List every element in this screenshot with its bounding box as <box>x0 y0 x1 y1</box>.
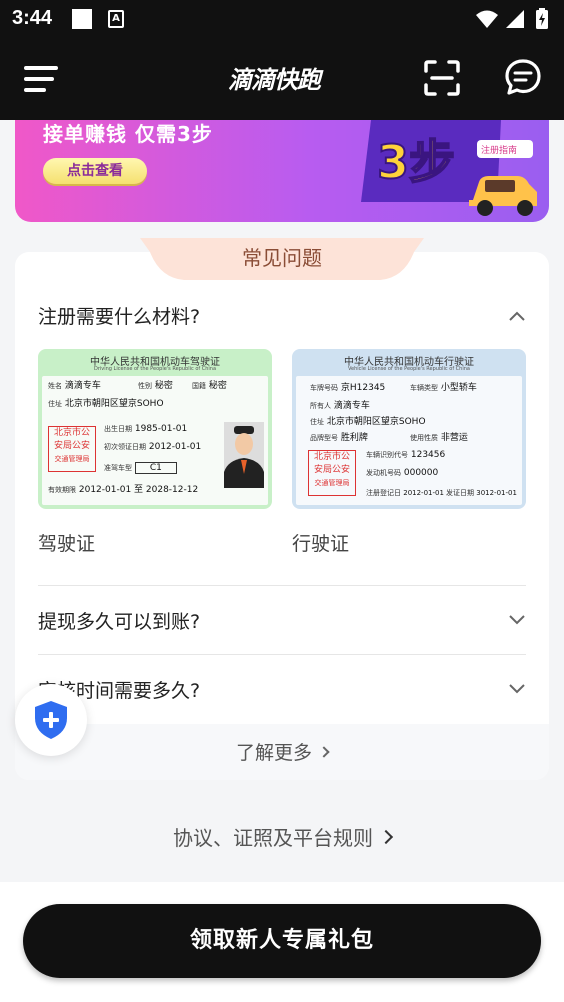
driving-license-body: 姓名 滴滴专车 性别 秘密 国籍 秘密 住址 北京市朝阳区望京SOHO 北京市公… <box>42 376 268 505</box>
chevron-right-icon <box>318 746 330 758</box>
chevron-right-icon <box>378 829 394 845</box>
claim-gift-button[interactable]: 领取新人专属礼包 <box>23 904 541 978</box>
chevron-down-icon[interactable] <box>508 614 526 626</box>
notification-a-icon: A <box>108 10 124 28</box>
vl-plate-key: 车牌号码 <box>310 384 338 392</box>
vl-model-key: 品牌型号 <box>310 434 338 442</box>
dl-class-value: C1 <box>134 462 177 474</box>
message-icon[interactable] <box>504 58 542 96</box>
chevron-down-icon[interactable] <box>508 683 526 695</box>
dl-issue-value: 2012-01-01 <box>148 442 202 452</box>
driving-license-caption: 驾驶证 <box>38 533 96 555</box>
app-logo: 滴滴快跑 <box>228 66 321 94</box>
faq-divider <box>38 654 526 655</box>
faq-question-withdrawal[interactable]: 提现多久可以到账? <box>38 607 200 634</box>
banner-title: 接单赚钱 仅需3步 <box>43 122 213 146</box>
vl-use-value: 非营运 <box>440 433 468 443</box>
safety-shield-button[interactable] <box>15 684 87 756</box>
vl-address-value: 北京市朝阳区望京SOHO <box>326 417 426 427</box>
dl-nation-key: 国籍 <box>192 382 206 390</box>
banner-steps-illustration: 3步 注册指南 <box>361 120 537 216</box>
dl-nation-value: 秘密 <box>208 381 227 391</box>
vl-use-key: 使用性质 <box>410 434 438 442</box>
vl-stamp-line3: 交通管理局 <box>314 479 350 487</box>
dl-dob-key: 出生日期 <box>104 425 132 433</box>
dl-valid-value: 2012-01-01 至 2028-12-12 <box>78 485 199 495</box>
dl-sex-value: 秘密 <box>154 381 173 391</box>
vehicle-license-body: 车牌号码 京H12345 车辆类型 小型轿车 所有人 滴滴专车 住址 北京市朝阳… <box>296 376 522 505</box>
signal-icon <box>506 10 524 28</box>
app-header: 滴滴快跑 <box>0 38 564 120</box>
menu-icon[interactable] <box>24 66 58 92</box>
dl-stamp-line1: 北京市公 <box>53 428 90 438</box>
vl-type-value: 小型轿车 <box>440 383 477 393</box>
vl-vin-value: 123456 <box>410 450 446 460</box>
vl-stamp-line2: 安局公安 <box>313 465 350 475</box>
vl-type-key: 车辆类型 <box>410 384 438 392</box>
scan-icon[interactable] <box>424 60 460 96</box>
rules-link[interactable]: 协议、证照及平台规则 <box>0 822 564 851</box>
shield-plus-icon <box>35 701 67 739</box>
rules-link-label: 协议、证照及平台规则 <box>173 826 373 850</box>
driving-license-image: 中华人民共和国机动车驾驶证 Driving License of the Peo… <box>38 349 272 509</box>
dl-address-key: 住址 <box>48 400 62 408</box>
app-screen: 3:44 A 滴滴快跑 接单赚钱 仅需3步 点击查看 3步 注册指南 常见问题 … <box>0 0 564 1002</box>
vl-stamp-line1: 北京市公 <box>313 452 350 462</box>
wifi-icon <box>476 10 498 28</box>
vl-issue-key: 发证日期 <box>446 489 474 497</box>
vehicle-license-caption: 行驶证 <box>292 533 350 555</box>
dl-issue-key: 初次领证日期 <box>104 443 146 451</box>
driver-photo-icon <box>224 422 264 488</box>
banner-art-big-text: 3步 <box>377 135 455 189</box>
faq-title: 常见问题 <box>242 246 322 270</box>
vl-engine-key: 发动机号码 <box>366 469 401 477</box>
banner-view-button[interactable]: 点击查看 <box>43 158 147 184</box>
vl-model-value: 胜利牌 <box>340 433 368 443</box>
dl-valid-key: 有效期限 <box>48 486 76 494</box>
vl-owner-key: 所有人 <box>310 402 331 410</box>
vehicle-license-image: 中华人民共和国机动车行驶证 Vehicle License of the Peo… <box>292 349 526 509</box>
vl-reg-key: 注册登记日 <box>366 489 401 497</box>
dl-stamp: 北京市公 安局公安 交通管理局 <box>48 426 96 472</box>
dl-stamp-line2: 安局公安 <box>53 441 90 451</box>
dl-address-value: 北京市朝阳区望京SOHO <box>64 399 164 409</box>
vl-vin-key: 车辆识别代号 <box>366 451 408 459</box>
dl-sex-key: 性别 <box>138 382 152 390</box>
faq-more-label: 了解更多 <box>235 742 312 764</box>
chevron-up-icon[interactable] <box>508 310 526 322</box>
driving-license-subtitle: Driving License of the People's Republic… <box>93 366 217 372</box>
vl-issue-value: 3012-01-01 <box>476 489 517 497</box>
dl-dob-value: 1985-01-01 <box>134 424 188 434</box>
faq-divider <box>38 585 526 586</box>
car-icon <box>469 176 537 216</box>
vl-reg-value: 2012-01-01 <box>403 489 444 497</box>
notification-square-icon <box>72 9 92 29</box>
faq-question-materials[interactable]: 注册需要什么材料? <box>38 302 200 329</box>
battery-icon <box>536 8 548 29</box>
vl-owner-value: 滴滴专车 <box>333 401 370 411</box>
vl-plate-value: 京H12345 <box>340 383 386 393</box>
status-icons <box>476 8 548 29</box>
vehicle-license-subtitle: Vehicle License of the People's Republic… <box>348 366 470 372</box>
status-bar: 3:44 A <box>0 0 564 38</box>
vl-engine-value: 000000 <box>403 468 439 478</box>
dl-stamp-line3: 交通管理局 <box>54 455 90 463</box>
dl-name-value: 滴滴专车 <box>64 381 101 391</box>
faq-more-link[interactable]: 了解更多 <box>0 738 564 765</box>
dl-class-key: 准驾车型 <box>104 464 132 472</box>
status-time: 3:44 <box>12 7 53 29</box>
dl-name-key: 姓名 <box>48 382 62 390</box>
promo-banner[interactable]: 接单赚钱 仅需3步 点击查看 3步 注册指南 <box>15 120 549 222</box>
vl-stamp: 北京市公 安局公安 交通管理局 <box>308 450 356 496</box>
vl-address-key: 住址 <box>310 418 324 426</box>
banner-art-tag: 注册指南 <box>481 144 517 156</box>
